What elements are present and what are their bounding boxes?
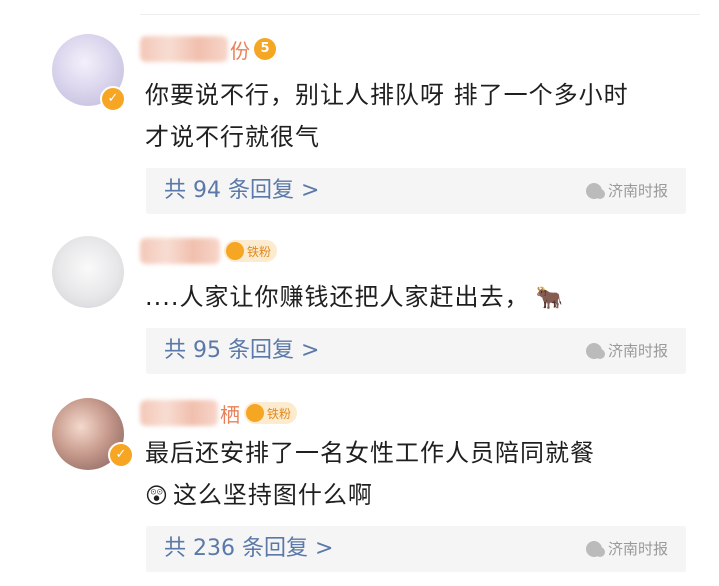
fan-badge: 铁粉: [224, 240, 278, 262]
wechat-icon: [585, 541, 605, 557]
fan-badge-label: 铁粉: [247, 244, 272, 259]
view-replies-link[interactable]: 共 94 条回复 >: [164, 168, 319, 214]
ox-emoji-icon: 🐂: [535, 286, 564, 311]
verified-badge-icon: ✓: [108, 442, 134, 468]
watermark: 济南时报: [585, 526, 668, 572]
comment-line: 你要说不行，别让人排队呀 排了一个多小时: [145, 81, 629, 109]
comment-line: ....人家让你赚钱还把人家赶出去， 🐂: [145, 276, 685, 320]
username-row[interactable]: 份 5: [140, 32, 276, 66]
fan-badge: 铁粉: [244, 402, 298, 424]
verified-badge-icon: ✓: [100, 86, 126, 112]
reply-box[interactable]: 共 95 条回复 > 济南时报: [146, 328, 686, 374]
fan-level-icon: [226, 242, 244, 260]
avatar[interactable]: [52, 236, 124, 308]
view-replies-link[interactable]: 共 95 条回复 >: [164, 328, 319, 374]
username-row[interactable]: 栖 铁粉: [140, 396, 298, 430]
watermark-text: 济南时报: [607, 540, 668, 558]
watermark-text: 济南时报: [607, 182, 668, 200]
surprised-emoji-icon: 😲: [145, 484, 169, 509]
reply-box[interactable]: 共 94 条回复 > 济南时报: [146, 168, 686, 214]
username-blurred: [140, 400, 218, 426]
fan-level-icon: 5: [254, 38, 276, 60]
comment-text: 最后还安排了一名女性工作人员陪同就餐 😲 这么坚持图什么啊: [145, 432, 685, 518]
username-row[interactable]: 铁粉: [140, 234, 278, 268]
wechat-icon: [585, 343, 605, 359]
top-divider: [140, 14, 700, 15]
comment-line: 😲 这么坚持图什么啊: [145, 474, 685, 518]
username-suffix: 栖: [220, 402, 240, 427]
wechat-icon: [585, 183, 605, 199]
fan-badge-label: 铁粉: [267, 406, 292, 421]
comment-line-text: ....人家让你赚钱还把人家赶出去，: [145, 283, 530, 311]
username-blurred: [140, 238, 220, 264]
fan-level-icon: [246, 404, 264, 422]
comment-line-text: 这么坚持图什么啊: [172, 481, 373, 509]
view-replies-link[interactable]: 共 236 条回复 >: [164, 526, 333, 572]
username-blurred: [140, 36, 228, 62]
comment-line: 最后还安排了一名女性工作人员陪同就餐: [145, 439, 595, 467]
username-suffix: 份: [230, 38, 250, 63]
watermark: 济南时报: [585, 328, 668, 374]
reply-box[interactable]: 共 236 条回复 > 济南时报: [146, 526, 686, 572]
comment-text: 你要说不行，别让人排队呀 排了一个多小时 才说不行就很气: [145, 74, 685, 158]
comment-text: ....人家让你赚钱还把人家赶出去， 🐂: [145, 276, 685, 320]
watermark-text: 济南时报: [607, 342, 668, 360]
watermark: 济南时报: [585, 168, 668, 214]
comment-line: 才说不行就很气: [145, 123, 320, 151]
